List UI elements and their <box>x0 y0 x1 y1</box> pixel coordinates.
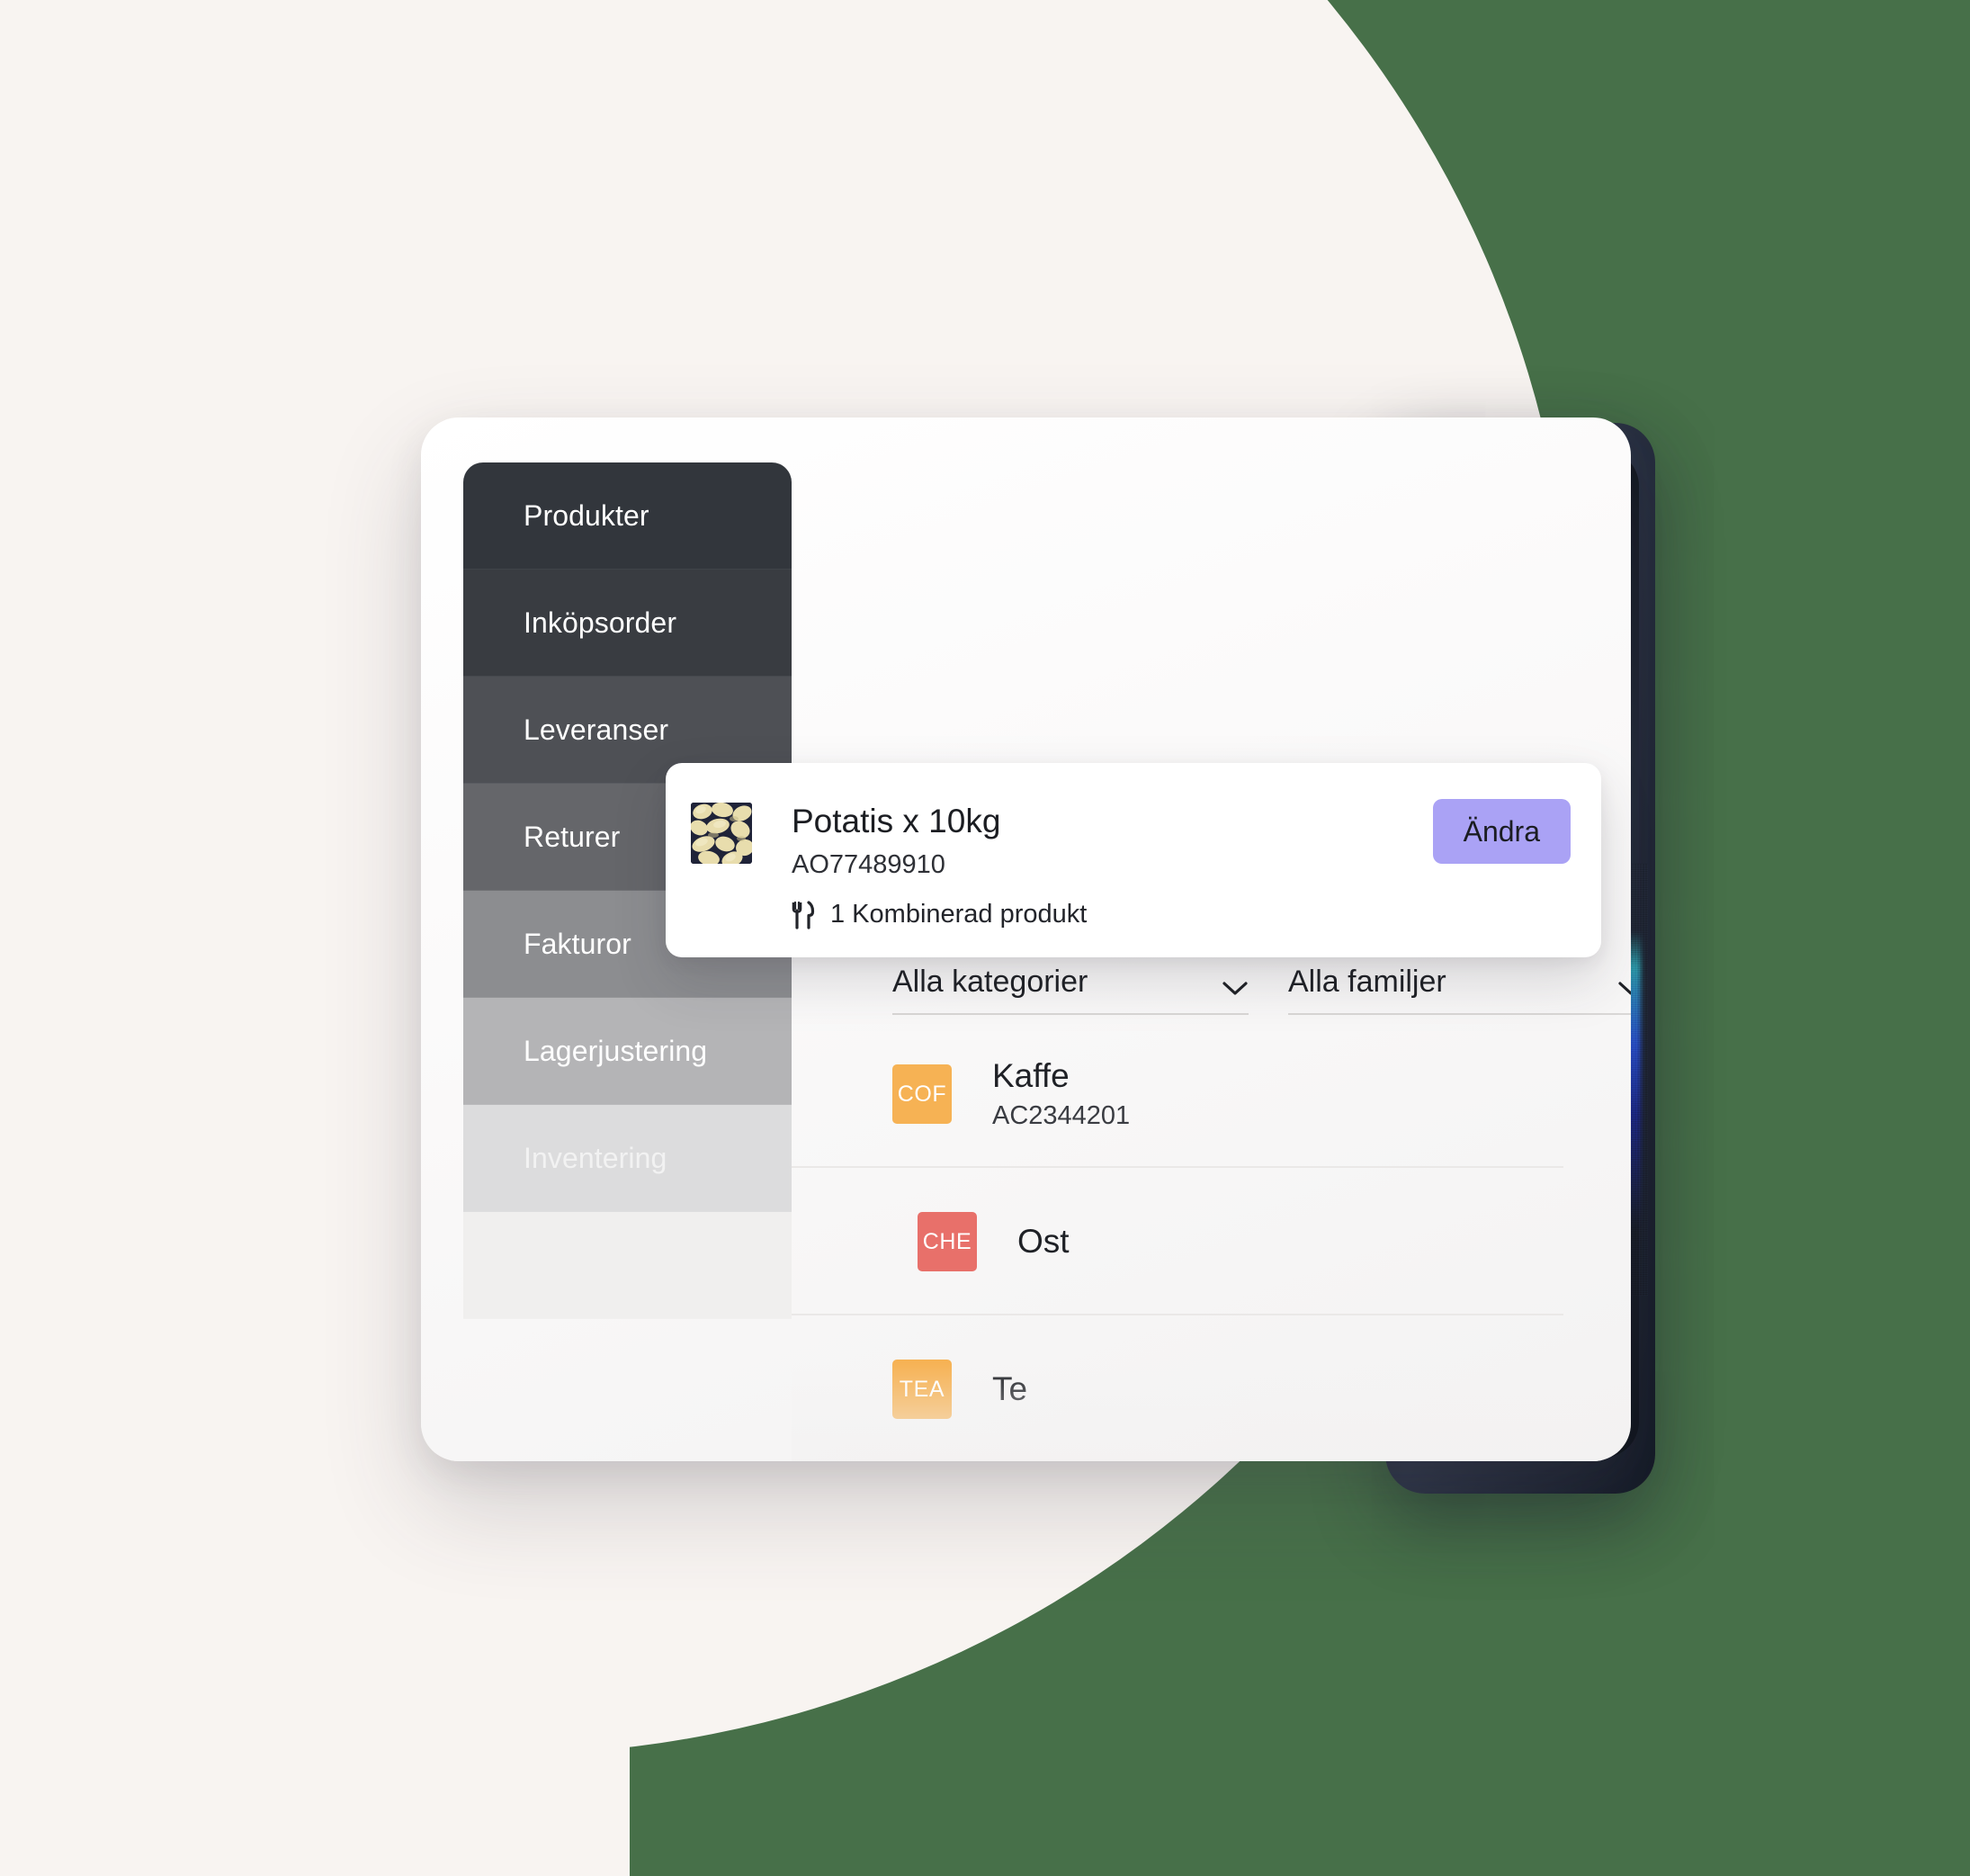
product-popover: Potatis x 10kg AO77489910 1 Kombinerad p… <box>666 763 1601 957</box>
product-title: Ost <box>1017 1223 1070 1261</box>
sidebar-item-produkter[interactable]: Produkter <box>463 462 792 570</box>
main-content: Alla kategorier Alla familjer COF Kaffe … <box>792 462 1631 1461</box>
popover-meta: 1 Kombinerad produkt <box>792 900 1433 929</box>
sidebar-item-inkopsorder[interactable]: Inköpsorder <box>463 570 792 677</box>
popover-sku: AO77489910 <box>792 849 945 879</box>
chevron-down-icon <box>1222 981 1249 997</box>
sidebar-item-label: Returer <box>524 821 621 853</box>
product-info: Kaffe AC2344201 <box>992 1056 1130 1132</box>
sidebar-item-label: Inventering <box>524 1142 667 1174</box>
potatoes-photo <box>691 803 752 864</box>
sidebar-item-label: Lagerjustering <box>524 1035 708 1067</box>
product-info: Te <box>992 1369 1027 1409</box>
product-code-badge: CHE <box>918 1212 977 1271</box>
product-title: Te <box>992 1370 1028 1408</box>
filter-bar: Alla kategorier Alla familjer <box>892 966 1631 1015</box>
edit-button[interactable]: Ändra <box>1432 799 1571 864</box>
sidebar-item-label: Leveranser <box>524 714 669 746</box>
sidebar-item-empty <box>463 1212 792 1319</box>
filter-kategorier[interactable]: Alla kategorier <box>892 966 1249 1015</box>
popover-title: Potatis x 10kg <box>792 803 1001 839</box>
popover-meta-label: 1 Kombinerad produkt <box>830 900 1088 929</box>
product-list: COF Kaffe AC2344201 CHE Ost TEA Te ON <box>792 1020 1631 1461</box>
cutlery-icon <box>792 901 815 929</box>
table-row[interactable]: CHE Ost <box>792 1168 1631 1315</box>
popover-actions: Ändra <box>1432 799 1571 864</box>
product-sku: AC2344201 <box>992 1101 1131 1131</box>
filter-kategorier-label: Alla kategorier <box>892 965 1088 999</box>
product-code-badge: TEA <box>892 1360 952 1419</box>
sidebar-item-lagerjustering[interactable]: Lagerjustering <box>463 998 792 1105</box>
product-info: Ost <box>1017 1222 1070 1261</box>
filter-familjer[interactable]: Alla familjer <box>1288 966 1631 1015</box>
sidebar-item-inventering[interactable]: Inventering <box>463 1105 792 1212</box>
product-title: Kaffe <box>992 1056 1070 1094</box>
product-code-badge: COF <box>892 1064 952 1124</box>
sidebar-item-label: Inköpsorder <box>524 606 677 639</box>
popover-info: Potatis x 10kg AO77489910 1 Kombinerad p… <box>792 803 1433 929</box>
table-row[interactable]: TEA Te <box>792 1315 1631 1461</box>
sidebar-item-label: Fakturor <box>524 928 631 960</box>
table-row[interactable]: COF Kaffe AC2344201 <box>792 1020 1631 1168</box>
chevron-down-icon <box>1617 981 1631 997</box>
sidebar-item-label: Produkter <box>524 499 649 532</box>
filter-familjer-label: Alla familjer <box>1288 965 1446 999</box>
